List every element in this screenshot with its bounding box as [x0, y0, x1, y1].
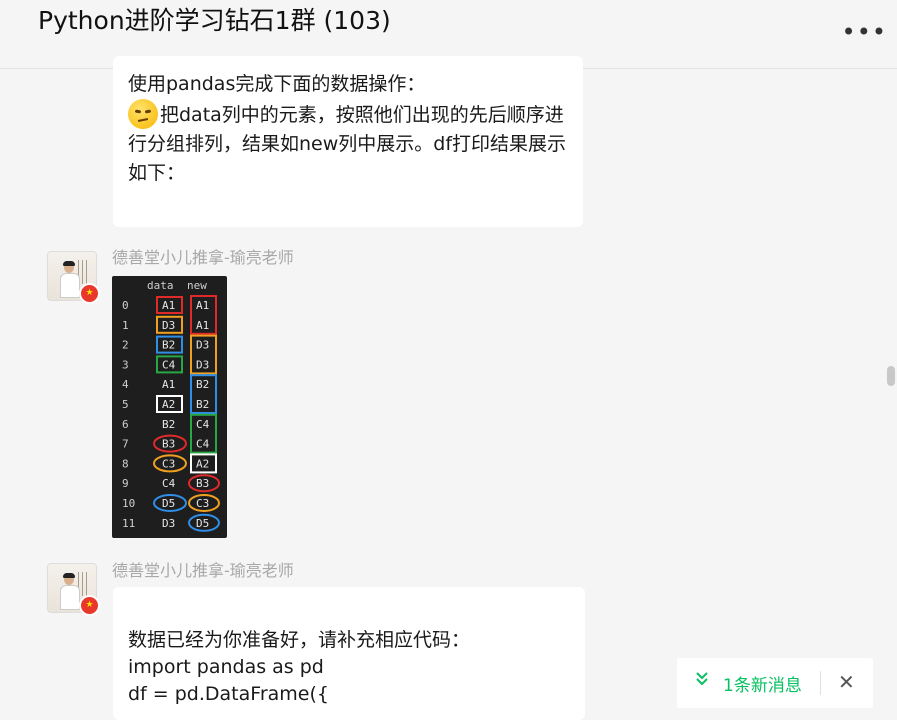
- double-chevron-down-icon: [695, 671, 709, 689]
- image-data-cell: B2: [162, 418, 175, 431]
- image-data-cell: C4: [162, 477, 176, 490]
- message-line: 把data列中的元素，按照他们出现的先后顺序进行分组排列，结果如new列中展示。…: [128, 104, 567, 184]
- image-index-label: 1: [122, 319, 129, 332]
- image-index-label: 0: [122, 299, 129, 312]
- image-new-cell: B3: [196, 477, 209, 490]
- image-header-data: data: [147, 279, 174, 292]
- image-index-label: 2: [122, 339, 129, 352]
- image-new-cell: A2: [196, 457, 209, 470]
- close-icon[interactable]: ✕: [838, 670, 855, 694]
- flag-badge-icon: ★: [79, 283, 100, 304]
- message-code-text: 数据已经为你准备好，请补充相应代码： import pandas as pd d…: [128, 629, 471, 705]
- chat-title: Python进阶学习钻石1群 (103): [38, 6, 391, 35]
- message-line: 使用pandas完成下面的数据操作：: [128, 73, 426, 95]
- image-index-label: 5: [122, 398, 129, 411]
- avatar[interactable]: ★: [47, 563, 100, 616]
- image-index-label: 4: [122, 378, 129, 391]
- image-data-cell: B2: [162, 339, 175, 352]
- image-index-label: 6: [122, 418, 129, 431]
- image-new-cell: C3: [196, 497, 209, 510]
- image-index-label: 8: [122, 457, 129, 470]
- image-new-cell: B2: [196, 398, 209, 411]
- message-bubble[interactable]: 数据已经为你准备好，请补充相应代码： import pandas as pd d…: [113, 587, 585, 720]
- image-index-label: 11: [122, 517, 135, 530]
- sender-name: 德善堂小儿推拿-瑜亮老师: [112, 561, 294, 580]
- avatar[interactable]: ★: [47, 251, 100, 304]
- image-data-cell: C3: [162, 457, 175, 470]
- image-new-cell: D5: [196, 517, 209, 530]
- more-options-icon[interactable]: •••: [842, 20, 887, 44]
- image-data-cell: A1: [162, 299, 175, 312]
- thinking-face-icon: [128, 99, 158, 129]
- image-data-cell: B3: [162, 438, 175, 451]
- message-text: 使用pandas完成下面的数据操作： 把data列中的元素，按照他们出现的先后顺…: [128, 70, 578, 188]
- image-data-cell: A2: [162, 398, 175, 411]
- image-index-label: 9: [122, 477, 129, 490]
- divider: [820, 671, 821, 695]
- image-data-cell: D3: [162, 517, 175, 530]
- dataframe-image-drawing: data new 0 A1 A1 1 D3 A1 2 B2 D3 3 C4 D3 4 A1 B2 5 A2 B2 6…: [122, 279, 220, 532]
- image-data-cell: C4: [162, 358, 176, 371]
- image-index-label: 7: [122, 438, 129, 451]
- new-messages-label[interactable]: 1条新消息: [723, 671, 802, 696]
- sender-name: 德善堂小儿推拿-瑜亮老师: [112, 248, 294, 267]
- image-new-cell: D3: [196, 358, 209, 371]
- image-data-cell: A1: [162, 378, 175, 391]
- new-messages-bar[interactable]: 1条新消息 ✕: [677, 658, 873, 708]
- image-data-cell: D3: [162, 319, 175, 332]
- image-index-label: 10: [122, 497, 135, 510]
- image-new-cell: C4: [196, 418, 210, 431]
- image-data-cell: D5: [162, 497, 175, 510]
- image-new-cell: B2: [196, 378, 209, 391]
- image-header-new: new: [187, 279, 207, 292]
- flag-badge-icon: ★: [79, 595, 100, 616]
- image-new-cell: A1: [196, 319, 209, 332]
- dataframe-screenshot-image[interactable]: data new 0 A1 A1 1 D3 A1 2 B2 D3 3 C4 D3 4 A1 B2 5 A2 B2 6…: [112, 276, 227, 538]
- scrollbar-thumb[interactable]: [887, 366, 895, 386]
- message-bubble[interactable]: 使用pandas完成下面的数据操作： 把data列中的元素，按照他们出现的先后顺…: [113, 56, 583, 227]
- image-new-cell: C4: [196, 438, 210, 451]
- image-new-cell: D3: [196, 339, 209, 352]
- image-index-label: 3: [122, 358, 129, 371]
- image-new-cell: A1: [196, 299, 209, 312]
